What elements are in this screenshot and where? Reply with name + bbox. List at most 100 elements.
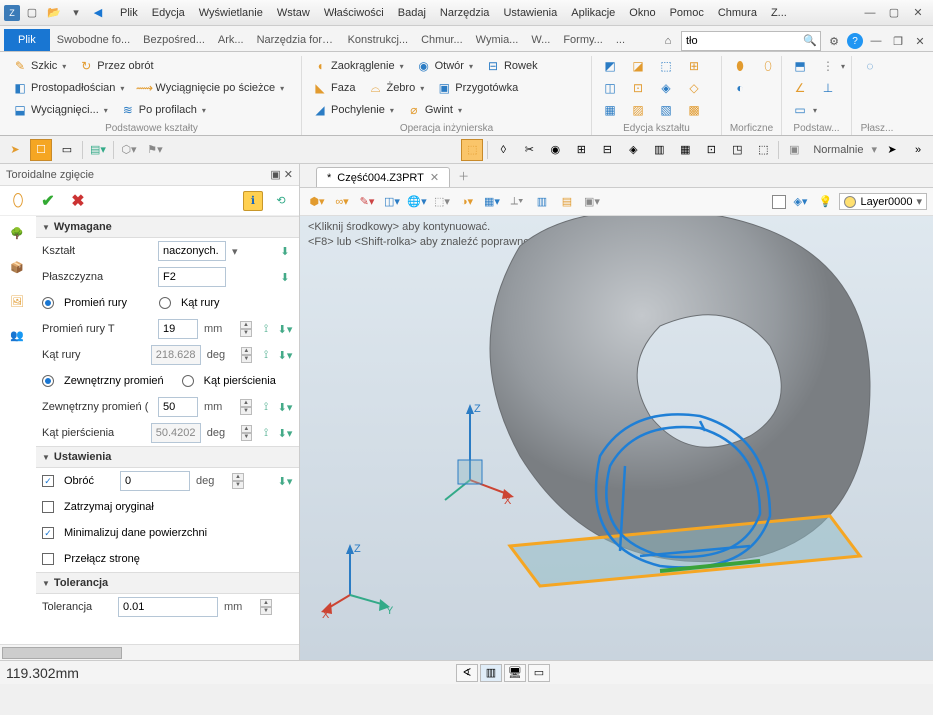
sb-btn[interactable]: ▥ — [480, 664, 502, 682]
flag-icon[interactable]: ⚑▾ — [144, 139, 166, 161]
close-button[interactable]: ✕ — [907, 4, 929, 22]
document-tab[interactable]: * Część004.Z3PRT ✕ — [316, 167, 450, 187]
gear-icon[interactable]: ⚙ — [825, 32, 843, 50]
ribbon-tab[interactable]: ... — [610, 29, 631, 51]
morph-btn[interactable]: ◐ — [728, 78, 752, 98]
vp-bulb-icon[interactable]: 💡 — [814, 191, 836, 213]
radio-kat-pier[interactable] — [182, 375, 194, 387]
edit-btn[interactable]: ⊞ — [682, 56, 706, 76]
cmd-wyciagniecie[interactable]: ⬓Wyciągnięci... — [8, 100, 112, 120]
surf-btn[interactable]: ◌ — [858, 56, 882, 76]
select-mode-icon[interactable]: ☐ — [30, 139, 52, 161]
menu-ustawienia[interactable]: Ustawienia — [501, 3, 559, 23]
tab-close-icon[interactable]: ✕ — [430, 171, 439, 184]
vp-section-icon[interactable]: ▥ — [531, 191, 553, 213]
pick-icon[interactable]: ⬇ — [277, 243, 293, 259]
help-icon[interactable]: ? — [847, 33, 863, 49]
ribbon-tab[interactable]: Bezpośred... — [137, 29, 211, 51]
morph-btn[interactable]: ⬯ — [756, 56, 780, 76]
display-mode[interactable]: Normalnie — [809, 144, 867, 156]
vp-box-icon[interactable]: ◫▾ — [381, 191, 403, 213]
pick-icon[interactable]: ⬇▾ — [277, 399, 293, 415]
inner-minimize-icon[interactable]: — — [867, 32, 885, 50]
edit-btn[interactable]: ◇ — [682, 78, 706, 98]
menu-plik[interactable]: Plik — [118, 3, 140, 23]
check-przelacz[interactable] — [42, 553, 54, 565]
input-zew-promien[interactable] — [158, 397, 198, 417]
menu-badaj[interactable]: Badaj — [396, 3, 428, 23]
menu-edycja[interactable]: Edycja — [150, 3, 187, 23]
vp-split-icon[interactable]: ▤ — [556, 191, 578, 213]
reset-button[interactable]: ⟲ — [269, 189, 293, 213]
ruler-icon[interactable]: ⟟ — [258, 347, 274, 363]
base-btn[interactable]: ⬒ — [788, 56, 812, 76]
pick-icon[interactable]: ⬇▾ — [277, 347, 293, 363]
cmd-szkic[interactable]: ✎Szkic — [8, 56, 70, 76]
layer-combo[interactable]: Layer0000 ▾ — [839, 193, 927, 210]
base-btn[interactable]: ▭ — [788, 100, 821, 120]
input-obroc[interactable] — [120, 471, 190, 491]
radio-zew-promien[interactable] — [42, 375, 54, 387]
edit-btn[interactable]: ◫ — [598, 78, 622, 98]
ok-button[interactable]: ✔ — [36, 189, 60, 213]
vp-btn[interactable]: ⊟ — [596, 139, 618, 161]
edit-btn[interactable]: ▦ — [598, 100, 622, 120]
spinner[interactable]: ▲▼ — [260, 599, 272, 615]
ribbon-tab[interactable]: Konstrukcj... — [342, 29, 415, 51]
edit-btn[interactable]: ⬚ — [654, 56, 678, 76]
pick-icon[interactable]: ⬇▾ — [277, 321, 293, 337]
edit-btn[interactable]: ◩ — [598, 56, 622, 76]
edit-btn[interactable]: ⊡ — [626, 78, 650, 98]
info-button[interactable]: ℹ — [243, 191, 263, 211]
spinner[interactable]: ▲▼ — [241, 425, 252, 441]
ruler-icon[interactable]: ⟟ — [258, 399, 274, 415]
menu-more[interactable]: Z... — [769, 3, 789, 23]
ribbon-tab[interactable]: Wymia... — [470, 29, 525, 51]
vp-chain-icon[interactable]: ∞▾ — [331, 191, 353, 213]
vp-wire-icon[interactable]: ⬚▾ — [431, 191, 453, 213]
base-btn[interactable]: ∠ — [788, 78, 812, 98]
check-obroc[interactable]: ✓ — [42, 475, 54, 487]
check-minimalizuj[interactable]: ✓ — [42, 527, 54, 539]
cmd-przygotowka[interactable]: ▣Przygotówka — [432, 78, 522, 98]
cursor2-icon[interactable]: ➤ — [881, 139, 903, 161]
menu-aplikacje[interactable]: Aplikacje — [569, 3, 617, 23]
edit-btn[interactable]: ◈ — [654, 78, 678, 98]
cmd-przez-obrot[interactable]: ↻Przez obrót — [74, 56, 157, 76]
cmd-gwint[interactable]: ⌀Gwint — [402, 100, 466, 120]
panel-hscrollbar[interactable] — [0, 644, 299, 660]
new-tab-button[interactable]: ＋ — [450, 165, 477, 187]
ribbon-tab[interactable]: Chmur... — [415, 29, 469, 51]
vp-color-icon[interactable]: ◑▾ — [456, 191, 478, 213]
vp-pen-icon[interactable]: ✎▾ — [356, 191, 378, 213]
qat-new-icon[interactable]: ▢ — [22, 3, 42, 23]
pick-icon[interactable]: ⬇ — [277, 269, 293, 285]
ribbon-tab[interactable]: Ark... — [212, 29, 250, 51]
cmd-rowek[interactable]: ⊟Rowek — [481, 56, 542, 76]
ribbon-file-tab[interactable]: Plik — [4, 29, 50, 51]
vp-grid-icon[interactable]: ▦▾ — [481, 191, 503, 213]
panel-pin-icon[interactable]: ▣ — [270, 169, 280, 181]
vp-btn[interactable]: ⊞ — [570, 139, 592, 161]
section-wymagane[interactable]: Wymagane — [36, 216, 299, 238]
view-cube-icon[interactable]: ⬚ — [461, 139, 483, 161]
maximize-button[interactable]: ▢ — [883, 4, 905, 22]
vp-btn[interactable]: ▥ — [648, 139, 670, 161]
base-btn[interactable]: ⊥ — [816, 78, 840, 98]
qat-back-icon[interactable]: ◀ — [88, 3, 108, 23]
vp-btn[interactable]: ◈ — [622, 139, 644, 161]
vp-btn[interactable]: ⬚ — [752, 139, 774, 161]
vp-btn[interactable]: ▦ — [674, 139, 696, 161]
vp-btn[interactable]: ✂ — [518, 139, 540, 161]
cmd-zebro[interactable]: ⌓Żebro — [363, 78, 428, 98]
morph-btn[interactable]: ⬮ — [728, 56, 752, 76]
spinner[interactable]: ▲▼ — [232, 473, 244, 489]
hex-icon[interactable]: ⬡▾ — [118, 139, 140, 161]
qat-dropdown-icon[interactable]: ▾ — [66, 3, 86, 23]
shade-mode-icon[interactable]: ▣ — [783, 139, 805, 161]
check-zatrzymaj[interactable] — [42, 501, 54, 513]
radio-kat-rury[interactable] — [159, 297, 171, 309]
vp-measure-icon[interactable]: ⟂▾ — [506, 191, 528, 213]
grid-icon[interactable]: ▤▾ — [87, 139, 109, 161]
sb-btn[interactable]: ∢ — [456, 664, 478, 682]
